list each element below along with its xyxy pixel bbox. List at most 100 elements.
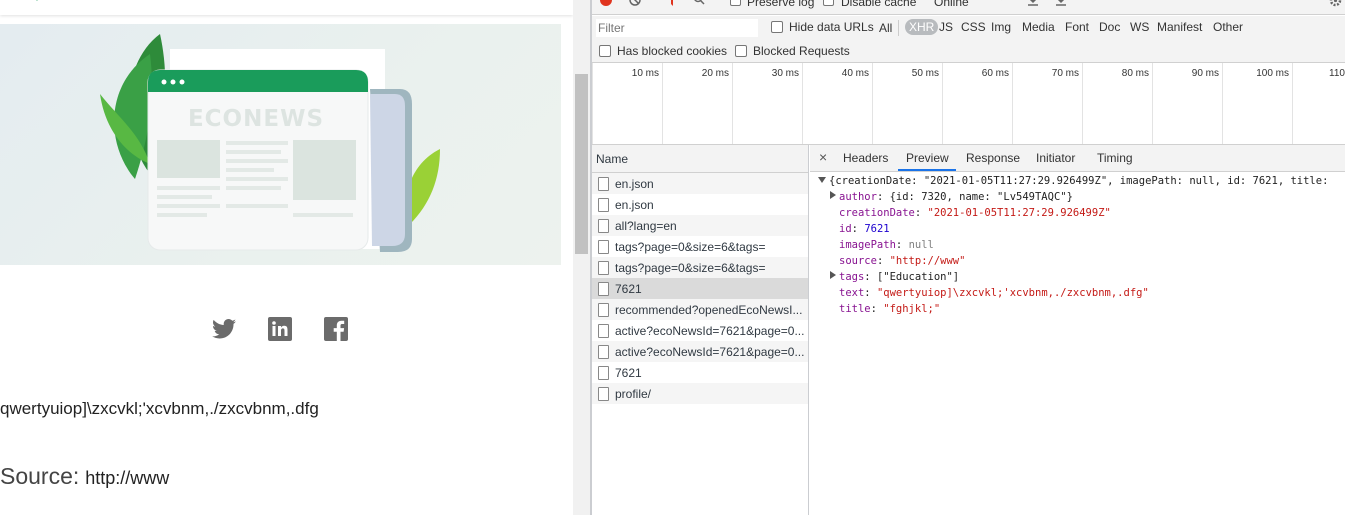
tab-headers[interactable]: Headers <box>843 151 888 165</box>
timeline-gridline <box>1082 63 1083 144</box>
devtools-network-panel: Preserve log Disable cache Online ▼ Hide… <box>592 0 1345 515</box>
record-icon[interactable] <box>600 0 612 6</box>
hide-data-urls-checkbox[interactable] <box>771 21 783 33</box>
timeline-tick-label: 40 ms <box>841 68 869 79</box>
blocked-requests-checkbox[interactable] <box>735 45 747 57</box>
request-name: active?ecoNewsId=7621&page=0... <box>615 323 805 338</box>
disable-cache-checkbox[interactable] <box>823 0 834 6</box>
json-value: "fghjkl;" <box>883 303 941 315</box>
request-row[interactable]: tags?page=0&size=6&tags= <box>592 236 808 257</box>
json-summary-text: {creationDate: "2021-01-05T11:27:29.9264… <box>829 175 1329 187</box>
timeline-gridline <box>872 63 873 144</box>
json-row: source: "http://www" <box>839 255 966 267</box>
type-filter-other[interactable]: Other <box>1213 20 1243 34</box>
export-har-icon[interactable] <box>1055 0 1067 7</box>
request-row[interactable]: 7621 <box>592 362 808 383</box>
request-name: profile/ <box>615 386 652 401</box>
request-name: 7621 <box>615 365 642 380</box>
facebook-share-icon[interactable] <box>323 316 349 342</box>
active-tab-indicator <box>898 169 956 171</box>
collapse-triangle-icon[interactable] <box>818 177 826 183</box>
type-filter-media[interactable]: Media <box>1022 20 1055 34</box>
timeline-tick-label: 30 ms <box>771 68 799 79</box>
name-column-header[interactable]: Name <box>592 145 808 173</box>
type-filter-ws[interactable]: WS <box>1130 20 1149 34</box>
source-label: Source: <box>0 463 80 489</box>
type-filter-xhr[interactable]: XHR <box>905 19 939 35</box>
json-value: ["Education"] <box>876 271 960 283</box>
json-value: 7621 <box>864 223 890 235</box>
json-key: source <box>839 255 877 267</box>
timeline-gridline <box>942 63 943 144</box>
file-icon <box>598 197 609 212</box>
filter-funnel-icon[interactable] <box>666 0 678 6</box>
request-detail-pane: × Headers Preview Response Initiator Tim… <box>810 145 1345 515</box>
timeline-gridline <box>1222 63 1223 144</box>
file-icon <box>598 386 609 401</box>
overview-timeline[interactable]: 10 ms 20 ms 30 ms 40 ms 50 ms 60 ms 70 m… <box>592 63 1345 145</box>
search-icon[interactable] <box>693 0 705 6</box>
file-icon <box>598 323 609 338</box>
import-har-icon[interactable] <box>1027 0 1039 7</box>
timeline-tick-label: 50 ms <box>911 68 939 79</box>
settings-gear-icon[interactable] <box>1329 0 1342 7</box>
divider <box>898 20 899 36</box>
type-filter-css[interactable]: CSS <box>961 20 986 34</box>
json-tags-row[interactable]: tags: ["Education"] <box>810 269 1345 285</box>
request-row[interactable]: profile/ <box>592 383 808 404</box>
json-root-summary[interactable]: {creationDate: "2021-01-05T11:27:29.9264… <box>810 173 1345 189</box>
type-filter-img[interactable]: Img <box>991 20 1011 34</box>
request-row[interactable]: 7621 <box>592 278 808 299</box>
json-key: title <box>839 303 871 315</box>
request-name: tags?page=0&size=6&tags= <box>615 239 766 254</box>
request-row[interactable]: en.json <box>592 173 808 194</box>
timeline-gridline <box>1152 63 1153 144</box>
type-filter-js[interactable]: JS <box>939 20 953 34</box>
tab-preview[interactable]: Preview <box>906 151 949 165</box>
source-value[interactable]: http://www <box>85 468 169 488</box>
page-scrollbar-thumb[interactable] <box>575 74 588 254</box>
type-filter-doc[interactable]: Doc <box>1099 20 1120 34</box>
json-key: id <box>839 223 852 235</box>
timeline-gridline <box>592 63 593 144</box>
tab-timing[interactable]: Timing <box>1097 151 1133 165</box>
news-hero-image: ECONEWS <box>0 24 561 265</box>
request-row[interactable]: active?ecoNewsId=7621&page=0... <box>592 341 808 362</box>
preserve-log-checkbox[interactable] <box>730 0 741 6</box>
json-row: id: 7621 <box>839 223 890 235</box>
json-value: "http://www" <box>889 255 966 267</box>
page-scrollbar[interactable] <box>573 0 590 515</box>
request-row[interactable]: active?ecoNewsId=7621&page=0... <box>592 320 808 341</box>
request-row[interactable]: all?lang=en <box>592 215 808 236</box>
tab-response[interactable]: Response <box>966 151 1020 165</box>
type-filter-all[interactable]: All <box>879 21 892 35</box>
json-row: text: "qwertyuiop]\zxcvkl;'xcvbnm,./zxcv… <box>839 287 1149 299</box>
json-author-row[interactable]: author: {id: 7320, name: "Lv549TAQC"} <box>810 189 1345 205</box>
type-filter-font[interactable]: Font <box>1065 20 1089 34</box>
close-detail-icon[interactable]: × <box>819 149 827 165</box>
type-filter-manifest[interactable]: Manifest <box>1157 20 1202 34</box>
clear-icon[interactable] <box>629 0 641 6</box>
has-blocked-cookies-label: Has blocked cookies <box>617 44 728 58</box>
request-row[interactable]: tags?page=0&size=6&tags= <box>592 257 808 278</box>
request-row[interactable]: en.json <box>592 194 808 215</box>
site-header <box>0 0 573 15</box>
timeline-tick-label: 100 ms <box>1256 68 1289 79</box>
request-name: all?lang=en <box>615 218 677 233</box>
throttling-select[interactable]: Online <box>934 0 969 9</box>
expand-triangle-icon[interactable] <box>830 271 836 279</box>
has-blocked-cookies-checkbox[interactable] <box>599 45 611 57</box>
file-icon <box>598 218 609 233</box>
tab-initiator[interactable]: Initiator <box>1036 151 1075 165</box>
site-logo-icon[interactable] <box>22 0 52 4</box>
web-page: ECONEWS qwertyuiop]\zxcvkl;'xcvbnm,./zxc… <box>0 0 573 515</box>
twitter-share-icon[interactable] <box>211 316 237 342</box>
filter-input[interactable] <box>596 19 758 37</box>
json-row: imagePath: null <box>839 239 934 251</box>
preserve-log-label: Preserve log <box>747 0 815 9</box>
throttling-dropdown-icon[interactable]: ▼ <box>997 0 1007 3</box>
request-row[interactable]: recommended?openedEcoNewsI... <box>592 299 808 320</box>
expand-triangle-icon[interactable] <box>830 191 836 199</box>
linkedin-share-icon[interactable] <box>267 316 293 342</box>
hero-title: ECONEWS <box>188 106 324 132</box>
